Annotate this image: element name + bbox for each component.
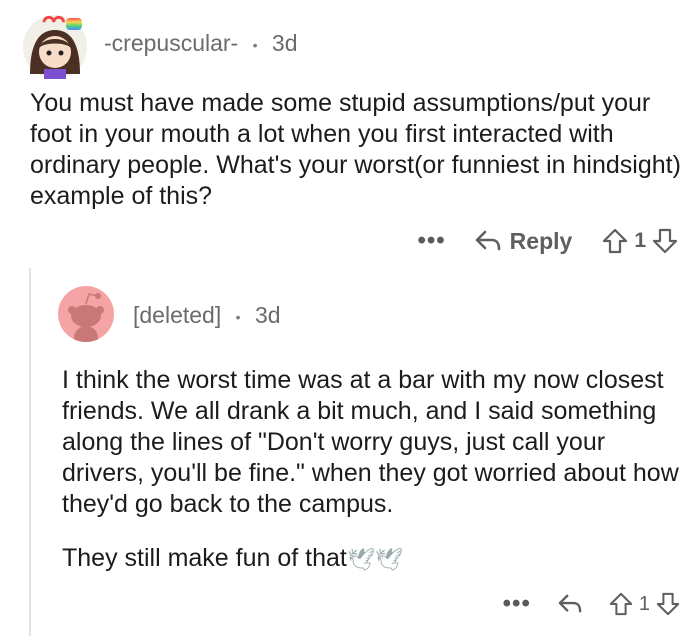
parent-comment: -crepuscular- • 3d You must have made so… [0, 0, 700, 265]
user-avatar[interactable] [22, 14, 88, 80]
username-deleted: [deleted] [133, 302, 222, 328]
deleted-user-avatar [58, 286, 114, 342]
separator-dot: • [252, 36, 258, 53]
downvote-icon[interactable] [652, 228, 678, 254]
username[interactable]: -crepuscular- [104, 30, 238, 56]
reply-label: Reply [509, 227, 573, 254]
vote-count: 1 [634, 229, 646, 252]
more-options-button[interactable]: ••• [503, 590, 531, 618]
dove-emoji: 🕊🕊 [346, 546, 403, 572]
reply-comment-line: They still make fun of that [62, 544, 347, 572]
comment-header: -crepuscular- • 3d [104, 30, 298, 57]
comment-actions: ••• Reply 1 [417, 227, 678, 255]
more-options-button[interactable]: ••• [417, 227, 445, 255]
thread-line[interactable] [29, 268, 31, 636]
reddit-snoo-icon [68, 293, 104, 342]
vote-count: 1 [638, 592, 650, 615]
reply-button[interactable]: Reply [474, 227, 573, 255]
reply-arrow-icon [558, 594, 582, 613]
reply-comment-body: I think the worst time was at a bar with… [62, 366, 679, 518]
reply-comment-body-2: They still make fun of that🕊🕊 [62, 543, 692, 575]
reply-comment-actions: ••• 1 [503, 590, 680, 618]
vote-controls: 1 [602, 228, 678, 254]
downvote-icon[interactable] [656, 592, 680, 616]
comment-body: You must have made some stupid assumptio… [30, 89, 681, 210]
timestamp: 3d [254, 302, 281, 328]
vote-controls: 1 [609, 592, 680, 616]
deleted-comment-header: [deleted] • 3d [133, 302, 281, 329]
reply-arrow-icon [475, 230, 500, 251]
reply-button[interactable] [557, 593, 583, 615]
upvote-icon[interactable] [609, 592, 633, 616]
timestamp: 3d [271, 30, 298, 56]
separator-dot: • [235, 308, 241, 325]
upvote-icon[interactable] [602, 228, 628, 254]
